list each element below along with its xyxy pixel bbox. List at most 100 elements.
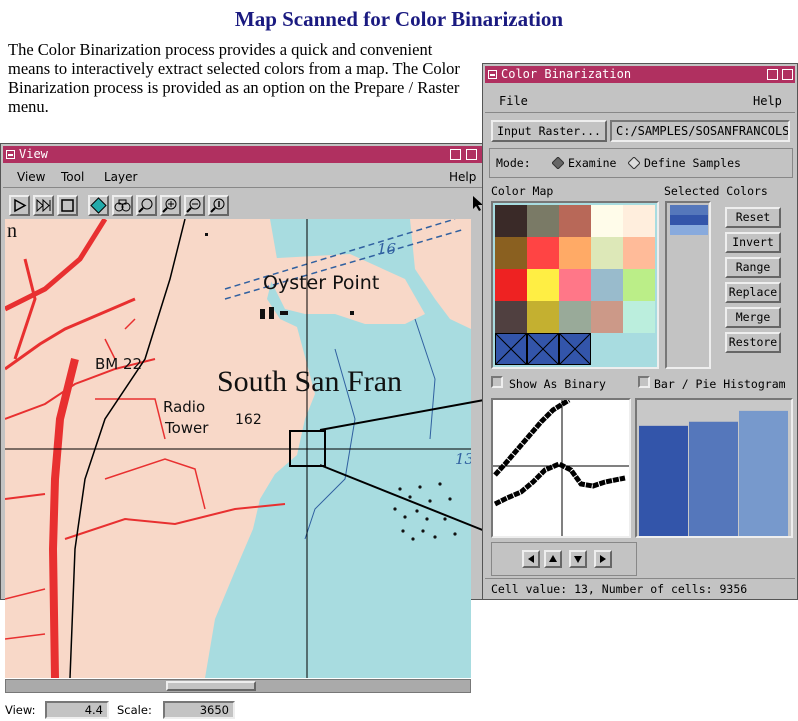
zoom-box-icon[interactable]	[136, 195, 157, 216]
menu-tool[interactable]: Tool	[61, 166, 84, 188]
mode-examine-label[interactable]: Examine	[568, 156, 616, 170]
window-menu-icon[interactable]	[6, 150, 15, 159]
color-map-cell[interactable]	[591, 237, 623, 269]
color-map-cell[interactable]	[495, 301, 527, 333]
pan-icon[interactable]	[112, 195, 133, 216]
color-map-cell[interactable]	[623, 237, 655, 269]
color-map-cell[interactable]	[495, 269, 527, 301]
view-zoom-field[interactable]: 4.4	[45, 701, 109, 719]
selected-color-swatch[interactable]	[670, 225, 708, 235]
selected-colors-list[interactable]	[665, 201, 711, 369]
input-raster-button[interactable]: Input Raster...	[491, 120, 607, 142]
color-map-cell[interactable]	[559, 301, 591, 333]
info-icon[interactable]	[208, 195, 229, 216]
label-depth-13: 13	[455, 450, 471, 468]
selected-color-swatch[interactable]	[670, 205, 708, 215]
color-map-cell[interactable]	[527, 205, 559, 237]
cb-menubar: File Help	[485, 89, 795, 113]
binary-preview[interactable]	[491, 397, 631, 538]
replace-button[interactable]: Replace	[725, 282, 781, 303]
color-map-cell[interactable]	[623, 333, 655, 365]
color-map-cell[interactable]	[591, 301, 623, 333]
menu-help[interactable]: Help	[753, 89, 782, 113]
merge-button[interactable]: Merge	[725, 307, 781, 328]
menu-file[interactable]: File	[499, 89, 528, 113]
selected-color-swatch[interactable]	[670, 215, 708, 225]
reset-button[interactable]: Reset	[725, 207, 781, 228]
right-arrow-icon[interactable]	[594, 550, 612, 568]
map-horizontal-scrollbar[interactable]	[5, 679, 471, 693]
show-binary-checkbox[interactable]	[491, 376, 503, 388]
label-benchmark: BM 22	[95, 355, 142, 373]
navigation-group	[491, 542, 637, 576]
color-map-cell[interactable]	[559, 205, 591, 237]
menu-help[interactable]: Help	[449, 166, 476, 188]
histogram-toggle-label[interactable]: Bar / Pie Histogram	[654, 377, 786, 391]
color-map-cell[interactable]	[591, 333, 623, 365]
color-map-cell[interactable]	[591, 205, 623, 237]
scale-label: Scale:	[117, 703, 152, 717]
binary-preview-image	[493, 397, 629, 536]
color-map-cell[interactable]	[623, 301, 655, 333]
map-canvas[interactable]: Oyster Point South San Fran BM 22 Radio …	[5, 219, 471, 678]
histogram-toggle-checkbox[interactable]	[638, 376, 650, 388]
histogram-bar	[639, 425, 688, 536]
scrollbar-thumb[interactable]	[166, 681, 256, 691]
up-arrow-icon[interactable]	[544, 550, 562, 568]
label-radio: Radio	[163, 398, 205, 416]
cb-titlebar[interactable]: Color Binarization	[485, 66, 795, 83]
scale-field[interactable]: 3650	[163, 701, 235, 719]
histogram-bar	[739, 410, 788, 536]
color-map-cell[interactable]	[591, 269, 623, 301]
mode-define-label[interactable]: Define Samples	[644, 156, 741, 170]
histogram-chart	[639, 410, 788, 536]
zoom-in-icon[interactable]	[160, 195, 181, 216]
window-menu-icon[interactable]	[488, 70, 497, 79]
maximize-icon[interactable]	[782, 69, 793, 80]
radio-define-samples-icon[interactable]	[628, 157, 640, 169]
view-titlebar[interactable]: View	[3, 146, 484, 163]
color-map-cell[interactable]	[559, 269, 591, 301]
color-map-cell[interactable]	[495, 205, 527, 237]
cb-status-bar: Cell value: 13, Number of cells: 9356	[485, 578, 795, 598]
radio-examine-icon[interactable]	[552, 157, 564, 169]
down-arrow-icon[interactable]	[569, 550, 587, 568]
color-map-cell[interactable]	[526, 332, 560, 366]
range-button[interactable]: Range	[725, 257, 781, 278]
maximize-icon[interactable]	[466, 149, 477, 160]
label-depth-16: 16	[377, 240, 397, 258]
show-binary-label[interactable]: Show As Binary	[509, 377, 606, 391]
mode-label: Mode:	[496, 156, 531, 170]
fast-forward-icon[interactable]	[33, 195, 54, 216]
menu-view[interactable]: View	[17, 166, 45, 188]
mode-group: Mode: Examine Define Samples	[489, 148, 793, 178]
left-arrow-icon[interactable]	[522, 550, 540, 568]
color-map-cell[interactable]	[527, 269, 559, 301]
color-map-cell[interactable]	[495, 237, 527, 269]
menu-layer[interactable]: Layer	[104, 166, 137, 188]
color-map-grid[interactable]	[491, 201, 659, 369]
color-map-cell[interactable]	[623, 205, 655, 237]
invert-button[interactable]: Invert	[725, 232, 781, 253]
histogram-panel	[635, 398, 793, 538]
minimize-icon[interactable]	[767, 69, 778, 80]
select-icon[interactable]	[88, 195, 109, 216]
stop-icon[interactable]	[57, 195, 78, 216]
color-map-cell[interactable]	[558, 332, 592, 366]
color-map-cell[interactable]	[623, 269, 655, 301]
page-title: Map Scanned for Color Binarization	[234, 7, 564, 31]
minimize-icon[interactable]	[450, 149, 461, 160]
play-icon[interactable]	[9, 195, 30, 216]
zoom-out-icon[interactable]	[184, 195, 205, 216]
color-map-cell[interactable]	[559, 237, 591, 269]
label-oyster-point: Oyster Point	[263, 272, 379, 294]
restore-button[interactable]: Restore	[725, 332, 781, 353]
input-raster-path[interactable]: C:/SAMPLES/SOSANFRANCOLS	[610, 120, 790, 142]
label-south-san-francisco: South San Fran	[217, 365, 402, 398]
color-binarization-window: Color Binarization File Help Input Raste…	[482, 63, 798, 600]
color-map-cell[interactable]	[527, 237, 559, 269]
color-map-cell[interactable]	[527, 301, 559, 333]
selected-colors-label: Selected Colors	[664, 184, 768, 198]
color-map-cell[interactable]	[494, 332, 528, 366]
cb-title: Color Binarization	[501, 67, 632, 81]
